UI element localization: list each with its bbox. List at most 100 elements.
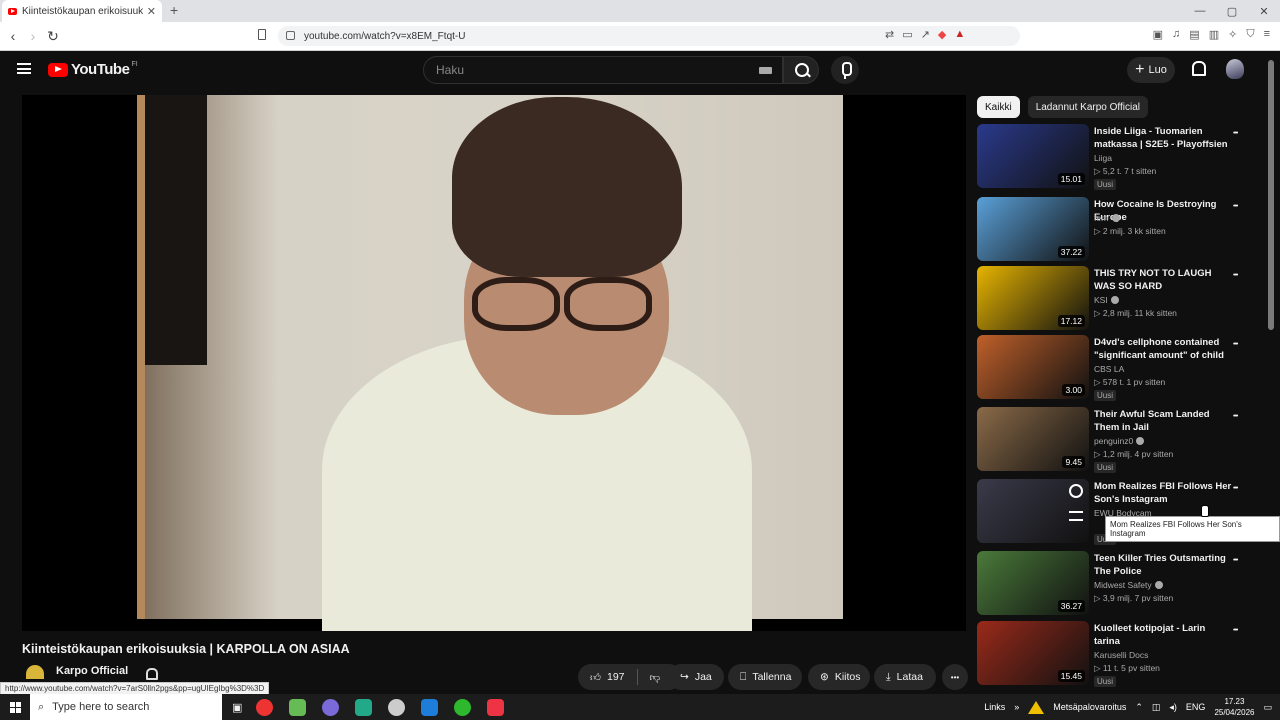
- recommendation-channel[interactable]: penguinz0: [1094, 436, 1145, 446]
- recommendation-item[interactable]: 15.45 Kuolleet kotipojat - Larin tarina Ka…: [977, 621, 1262, 687]
- like-icon[interactable]: 👍︎: [590, 671, 601, 684]
- chevron-icon[interactable]: »: [1014, 702, 1019, 712]
- weather-alert[interactable]: Metsäpalovaroitus: [1053, 702, 1126, 712]
- chip-all[interactable]: Kaikki: [977, 96, 1020, 118]
- recommendation-item[interactable]: 9.45 Their Awful Scam Landed Them in Jail…: [977, 407, 1262, 473]
- close-window-button[interactable]: ✕: [1248, 5, 1280, 18]
- search-input[interactable]: Haku: [423, 56, 783, 84]
- reload-icon[interactable]: ↻: [43, 28, 63, 45]
- channel-name[interactable]: Karpo Official: [56, 665, 128, 677]
- forward-icon[interactable]: ›: [23, 28, 43, 44]
- video-thumbnail[interactable]: 17.12: [977, 266, 1089, 330]
- create-button[interactable]: + Luo: [1127, 57, 1175, 83]
- chip-uploaded-by[interactable]: Ladannut Karpo Official: [1027, 96, 1149, 118]
- subscribe-bell-icon[interactable]: [146, 668, 158, 680]
- recommendation-channel[interactable]: fern: [1094, 213, 1120, 223]
- recommendation-channel[interactable]: Karuselli Docs: [1094, 650, 1148, 660]
- item-menu-icon[interactable]: •••: [1233, 272, 1238, 279]
- video-thumbnail[interactable]: 15.01: [977, 124, 1089, 188]
- keyboard-icon[interactable]: [759, 67, 772, 74]
- video-thumbnail[interactable]: 37.22: [977, 197, 1089, 261]
- recommendation-item[interactable]: 36.27 Teen Killer Tries Outsmarting The P…: [977, 551, 1262, 615]
- menu-hamburger-icon[interactable]: [17, 63, 31, 74]
- search-button[interactable]: [783, 56, 819, 84]
- recommendation-title[interactable]: Inside Liiga - Tuomarien matkassa | S2E5…: [1094, 125, 1232, 152]
- start-button[interactable]: [0, 694, 30, 720]
- dislike-icon[interactable]: 👎︎: [650, 671, 661, 684]
- brave-rewards-icon[interactable]: ▲: [954, 28, 965, 41]
- bookmark-icon[interactable]: [258, 29, 266, 40]
- taskbar-app-icon[interactable]: [355, 698, 373, 716]
- youtube-logo[interactable]: YouTube FI: [48, 61, 138, 78]
- new-tab-button[interactable]: +: [170, 2, 178, 18]
- cast-icon[interactable]: ▭: [902, 28, 912, 41]
- item-menu-icon[interactable]: •••: [1233, 485, 1238, 492]
- vpn-icon[interactable]: ⛉: [1246, 28, 1254, 41]
- leo-icon[interactable]: ✧: [1228, 28, 1237, 41]
- warning-icon[interactable]: [1028, 700, 1045, 714]
- language-indicator[interactable]: ENG: [1186, 702, 1206, 712]
- translate-icon[interactable]: ⇄: [885, 28, 894, 41]
- tab-close-icon[interactable]: ✕: [147, 5, 156, 18]
- taskbar-app-icon[interactable]: [454, 698, 472, 716]
- taskbar-app-icon[interactable]: [256, 698, 274, 716]
- taskbar-app-icon[interactable]: [388, 698, 406, 716]
- video-thumbnail[interactable]: 36.27: [977, 551, 1089, 615]
- minimize-button[interactable]: —: [1184, 5, 1216, 17]
- clock[interactable]: 17.23 25/04/2026: [1214, 696, 1254, 718]
- item-menu-icon[interactable]: •••: [1233, 341, 1238, 348]
- recommendation-channel[interactable]: KSI: [1094, 295, 1119, 305]
- task-view-icon[interactable]: ▣: [232, 701, 242, 714]
- tray-up-icon[interactable]: ⌃: [1135, 702, 1143, 713]
- menu-icon[interactable]: ≡: [1264, 28, 1270, 41]
- recommendation-title[interactable]: Teen Killer Tries Outsmarting The Police: [1094, 552, 1232, 578]
- share-button[interactable]: ↪ Jaa: [668, 664, 724, 690]
- media-icon[interactable]: ♫: [1172, 28, 1180, 41]
- reading-list-icon[interactable]: ▤: [1189, 28, 1199, 41]
- taskbar-app-icon[interactable]: [487, 698, 505, 716]
- volume-icon[interactable]: ◂): [1169, 702, 1177, 713]
- video-thumbnail[interactable]: 3.00: [977, 335, 1089, 399]
- recommendation-title[interactable]: Kuolleet kotipojat - Larin tarina: [1094, 622, 1232, 648]
- item-menu-icon[interactable]: •••: [1233, 130, 1238, 137]
- share-page-icon[interactable]: ↗: [921, 28, 930, 41]
- like-count[interactable]: 197: [607, 671, 625, 683]
- page-scrollbar[interactable]: [1268, 60, 1274, 330]
- user-avatar[interactable]: [1226, 59, 1244, 79]
- channel-avatar[interactable]: [26, 665, 44, 679]
- recommendation-title[interactable]: Their Awful Scam Landed Them in Jail: [1094, 408, 1232, 434]
- video-thumbnail[interactable]: 9.45: [977, 407, 1089, 471]
- links-toolbar[interactable]: Links: [984, 702, 1005, 712]
- item-menu-icon[interactable]: •••: [1233, 557, 1238, 564]
- recommendation-item[interactable]: 15.01 Inside Liiga - Tuomarien matkassa |…: [977, 124, 1262, 190]
- taskbar-app-icon[interactable]: [421, 698, 439, 716]
- sidebar-toggle-icon[interactable]: ▣: [1153, 28, 1163, 41]
- save-button[interactable]: ⎕ Tallenna: [728, 664, 802, 690]
- recommendation-item[interactable]: 3.00 D4vd's cellphone contained "signific…: [977, 335, 1262, 401]
- recommendation-channel[interactable]: CBS LA: [1094, 364, 1124, 374]
- item-menu-icon[interactable]: •••: [1233, 627, 1238, 634]
- notifications-bell-icon[interactable]: [1190, 61, 1206, 76]
- brave-shield-icon[interactable]: ◆: [938, 28, 946, 41]
- recommendation-title[interactable]: Mom Realizes FBI Follows Her Son's Insta…: [1094, 480, 1232, 506]
- recommendation-item[interactable]: 17.12 THIS TRY NOT TO LAUGH WAS SO HARD KS…: [977, 266, 1262, 330]
- video-thumbnail[interactable]: 15.45: [977, 621, 1089, 685]
- browser-tab[interactable]: Kiinteistökaupan erikoisuuksi... ✕: [2, 0, 162, 22]
- recommendation-title[interactable]: THIS TRY NOT TO LAUGH WAS SO HARD: [1094, 267, 1232, 293]
- item-menu-icon[interactable]: •••: [1233, 203, 1238, 210]
- video-thumbnail[interactable]: [977, 479, 1089, 543]
- maximize-button[interactable]: ▢: [1216, 5, 1248, 18]
- back-icon[interactable]: ‹: [3, 28, 23, 44]
- taskbar-app-icon[interactable]: [322, 698, 340, 716]
- recommendation-title[interactable]: D4vd's cellphone contained "significant …: [1094, 336, 1232, 363]
- add-to-queue-icon[interactable]: [1069, 511, 1083, 521]
- video-player[interactable]: [22, 95, 966, 631]
- item-menu-icon[interactable]: •••: [1233, 413, 1238, 420]
- download-button[interactable]: ⤓ Lataa: [874, 664, 936, 690]
- more-actions-button[interactable]: •••: [942, 664, 968, 690]
- site-info-icon[interactable]: [286, 31, 295, 40]
- notification-center-icon[interactable]: ▭: [1263, 702, 1272, 713]
- taskbar-app-icon[interactable]: [289, 698, 307, 716]
- wallet-icon[interactable]: ▥: [1209, 28, 1219, 41]
- thanks-button[interactable]: ⊛ Kiitos: [808, 664, 870, 690]
